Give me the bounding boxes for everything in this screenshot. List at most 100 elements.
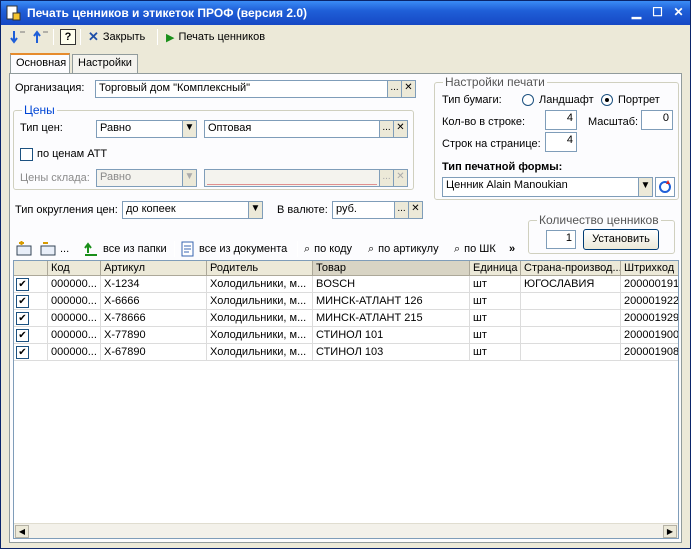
binoculars-icon: ⌕ <box>368 242 375 255</box>
row-checkbox[interactable]: ✔ <box>16 329 29 342</box>
add-row-button[interactable] <box>16 239 32 259</box>
print-settings-group: Настройки печати Тип бумаги: Ландшафт По… <box>434 75 679 200</box>
print-form-label: Тип печатной формы: <box>442 161 563 173</box>
cell-barcode: 2000019087 <box>621 344 678 361</box>
rows-per-page-field[interactable]: 4 <box>545 132 577 152</box>
col-header-code[interactable]: Код <box>48 261 101 276</box>
warehouse-label: Цены склада: <box>20 172 90 184</box>
search-by-article-button[interactable]: ⌕ по артикулу <box>368 239 439 259</box>
cell-product: СТИНОЛ 101 <box>313 327 470 344</box>
row-checkbox[interactable]: ✔ <box>16 346 29 359</box>
org-select-button[interactable]: ... <box>387 81 401 97</box>
col-header-unit[interactable]: Единица <box>470 261 521 276</box>
price-type-select[interactable]: Равно ▼ <box>96 120 197 138</box>
cell-article: X-6666 <box>101 293 207 310</box>
close-window-icon[interactable]: ✕ <box>669 4 688 22</box>
cell-country: ЮГОСЛАВИЯ <box>521 276 621 293</box>
chevron-down-icon[interactable]: ▼ <box>248 202 262 218</box>
cell-code: 000000... <box>48 344 101 361</box>
search-by-code-button[interactable]: ⌕ по коду <box>304 239 352 259</box>
org-clear-icon[interactable]: ✕ <box>401 81 415 97</box>
price-type-select-button[interactable]: ... <box>379 121 393 137</box>
cell-country <box>521 327 621 344</box>
per-row-label: Кол-во в строке: <box>442 116 526 128</box>
price-type-ref-field[interactable]: Оптовая ... ✕ <box>204 120 408 138</box>
cell-article: X-78666 <box>101 310 207 327</box>
title-bar[interactable]: Печать ценников и этикеток ПРОФ (версия … <box>1 1 690 25</box>
chevron-down-icon[interactable]: ▼ <box>638 178 652 196</box>
print-form-select[interactable]: Ценник Alain Manoukian ▼ <box>442 177 653 197</box>
set-qty-button[interactable]: Установить <box>583 229 659 250</box>
binoculars-icon: ⌕ <box>304 242 311 255</box>
app-icon <box>6 5 21 21</box>
cell-unit: шт <box>470 276 521 293</box>
currency-clear-icon[interactable]: ✕ <box>408 202 422 218</box>
row-checkbox[interactable]: ✔ <box>16 312 29 325</box>
scale-label: Масштаб: <box>588 116 639 128</box>
rows-per-page-label: Строк на странице: <box>442 138 541 150</box>
cell-unit: шт <box>470 310 521 327</box>
cell-product: СТИНОЛ 103 <box>313 344 470 361</box>
cell-country <box>521 293 621 310</box>
warehouse-select: Равно ▼ <box>96 169 197 187</box>
landscape-label: Ландшафт <box>539 94 594 106</box>
add-rows-button[interactable]: ... <box>40 239 69 259</box>
cell-parent: Холодильники, м... <box>207 293 313 310</box>
scroll-right-icon[interactable]: ▶ <box>663 525 677 538</box>
horizontal-scrollbar[interactable]: ◀ ▶ <box>14 523 678 538</box>
col-header-barcode[interactable]: Штрихкод <box>621 261 678 276</box>
col-header-country[interactable]: Страна-производ... <box>521 261 621 276</box>
all-from-folder-button[interactable]: все из папки <box>83 239 167 259</box>
org-field[interactable]: Торговый дом "Комплексный" ... ✕ <box>95 80 416 98</box>
paper-type-label: Тип бумаги: <box>442 94 502 106</box>
tab-settings[interactable]: Настройки <box>72 54 138 73</box>
currency-field[interactable]: руб. ... ✕ <box>332 201 423 219</box>
landscape-radio[interactable] <box>522 94 534 106</box>
cell-country <box>521 310 621 327</box>
col-header-parent[interactable]: Родитель <box>207 261 313 276</box>
row-checkbox[interactable]: ✔ <box>16 295 29 308</box>
warehouse-select-button: ... <box>379 170 393 186</box>
close-button[interactable]: ✕ Закрыть <box>85 27 148 47</box>
cell-article: X-67890 <box>101 344 207 361</box>
cell-code: 000000... <box>48 293 101 310</box>
more-tools-button[interactable]: » <box>509 239 515 259</box>
all-from-document-button[interactable]: все из документа <box>181 239 287 259</box>
rounding-select[interactable]: до копеек ▼ <box>122 201 263 219</box>
cell-code: 000000... <box>48 327 101 344</box>
scale-field[interactable]: 0 <box>641 110 673 130</box>
cell-unit: шт <box>470 327 521 344</box>
price-type-clear-icon[interactable]: ✕ <box>393 121 407 137</box>
col-header-check[interactable] <box>14 261 48 276</box>
cell-barcode: 2000019297 <box>621 310 678 327</box>
col-header-article[interactable]: Артикул <box>101 261 207 276</box>
cell-parent: Холодильники, м... <box>207 310 313 327</box>
move-up-button[interactable] <box>30 27 52 47</box>
att-checkbox[interactable] <box>20 148 33 161</box>
search-by-barcode-button[interactable]: ⌕ по ШК <box>454 239 496 259</box>
window-title: Печать ценников и этикеток ПРОФ (версия … <box>27 6 308 20</box>
print-labels-button[interactable]: ▶ Печать ценников <box>163 27 268 47</box>
folder-arrow-icon <box>84 242 97 256</box>
cell-code: 000000... <box>48 310 101 327</box>
main-panel: Организация: Торговый дом "Комплексный" … <box>9 73 682 543</box>
maximize-icon[interactable]: ☐ <box>648 4 667 22</box>
help-button[interactable]: ? <box>57 27 79 47</box>
col-header-product[interactable]: Товар <box>313 261 470 276</box>
help-icon: ? <box>60 29 76 45</box>
qty-group: Количество ценников 1 Установить <box>528 213 675 254</box>
tab-main[interactable]: Основная <box>10 53 70 74</box>
per-row-field[interactable]: 4 <box>545 110 577 130</box>
cell-product: МИНСК-АТЛАНТ 215 <box>313 310 470 327</box>
move-down-button[interactable] <box>7 27 29 47</box>
chevron-down-icon[interactable]: ▼ <box>182 121 196 137</box>
rounding-label: Тип округления цен: <box>15 204 118 216</box>
minimize-icon[interactable]: ▁ <box>627 4 646 22</box>
scroll-left-icon[interactable]: ◀ <box>15 525 29 538</box>
refresh-form-button[interactable] <box>655 177 675 197</box>
prices-group: Цены Тип цен: Равно ▼ Оптовая ... ✕ по ц… <box>13 103 414 190</box>
row-checkbox[interactable]: ✔ <box>16 278 29 291</box>
qty-field[interactable]: 1 <box>546 230 576 249</box>
currency-select-button[interactable]: ... <box>394 202 408 218</box>
portrait-radio[interactable] <box>601 94 613 106</box>
